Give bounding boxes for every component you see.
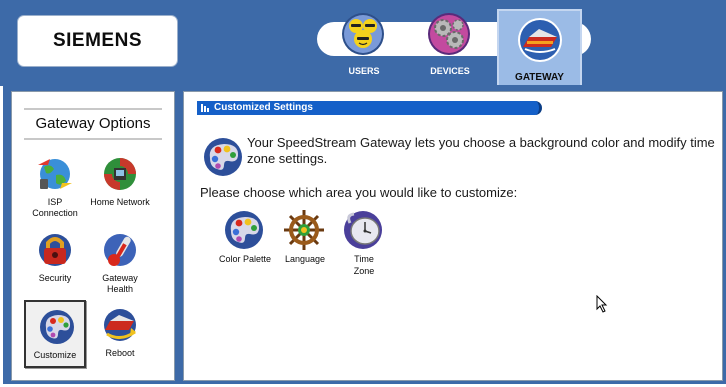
time-zone-label: Time Zone	[353, 254, 375, 276]
sidebar: Gateway Options ISP Connection Home Netw…	[11, 91, 175, 381]
section-title: Customized Settings	[214, 102, 313, 113]
tab-users-label: USERS	[348, 66, 380, 76]
section-title-bar: Customized Settings	[197, 101, 542, 115]
tab-users[interactable]: USERS	[326, 8, 402, 80]
palette-icon	[225, 211, 263, 249]
brand-logo: SIEMENS	[17, 15, 178, 67]
sidebar-item-home-network[interactable]: Home Network	[89, 149, 151, 217]
bars-icon	[201, 104, 209, 112]
palette-icon	[40, 310, 74, 344]
sidebar-item-reboot[interactable]: Reboot	[89, 300, 151, 368]
sidebar-item-isp-connection[interactable]: ISP Connection	[24, 149, 86, 218]
lock-icon	[39, 234, 71, 266]
gateway-icon	[518, 18, 562, 62]
language-label: Language	[284, 254, 326, 264]
prompt-text: Please choose which area you would like …	[200, 185, 518, 200]
sidebar-item-gateway-health[interactable]: Gateway Health	[89, 225, 151, 294]
globe-icon	[38, 159, 72, 189]
mouse-cursor-icon	[596, 295, 608, 313]
intro-text: Your SpeedStream Gateway lets you choose…	[247, 135, 715, 166]
tab-gateway[interactable]: GATEWAY	[497, 9, 582, 86]
tab-devices-label: DEVICES	[430, 66, 470, 76]
thermometer-icon	[104, 234, 136, 266]
gears-icon	[428, 13, 470, 55]
users-icon	[342, 13, 384, 55]
tab-devices[interactable]: DEVICES	[412, 8, 488, 80]
tab-gateway-label: GATEWAY	[515, 72, 564, 83]
sidebar-item-customize[interactable]: Customize	[24, 300, 86, 368]
sidebar-item-label: Gateway Health	[102, 273, 138, 294]
palette-icon	[204, 138, 242, 176]
color-palette-label: Color Palette	[218, 254, 272, 264]
sidebar-item-label: Home Network	[90, 197, 150, 207]
sidebar-item-label: Reboot	[105, 348, 135, 358]
ship-wheel-icon	[284, 210, 324, 250]
network-icon	[104, 158, 136, 190]
sidebar-item-label: Customize	[33, 350, 77, 360]
brand-logo-text: SIEMENS	[52, 30, 143, 51]
sidebar-item-label: ISP Connection	[32, 197, 78, 218]
sidebar-item-security[interactable]: Security	[24, 225, 86, 293]
header-bar: SIEMENS USERS DEVICES GATEWAY	[0, 0, 726, 86]
sidebar-title: Gateway Options	[24, 108, 162, 140]
main-content: Customized Settings Your SpeedStream Gat…	[183, 91, 723, 381]
clock-icon	[344, 211, 382, 249]
sidebar-item-label: Security	[38, 273, 72, 283]
reboot-icon	[104, 309, 136, 341]
